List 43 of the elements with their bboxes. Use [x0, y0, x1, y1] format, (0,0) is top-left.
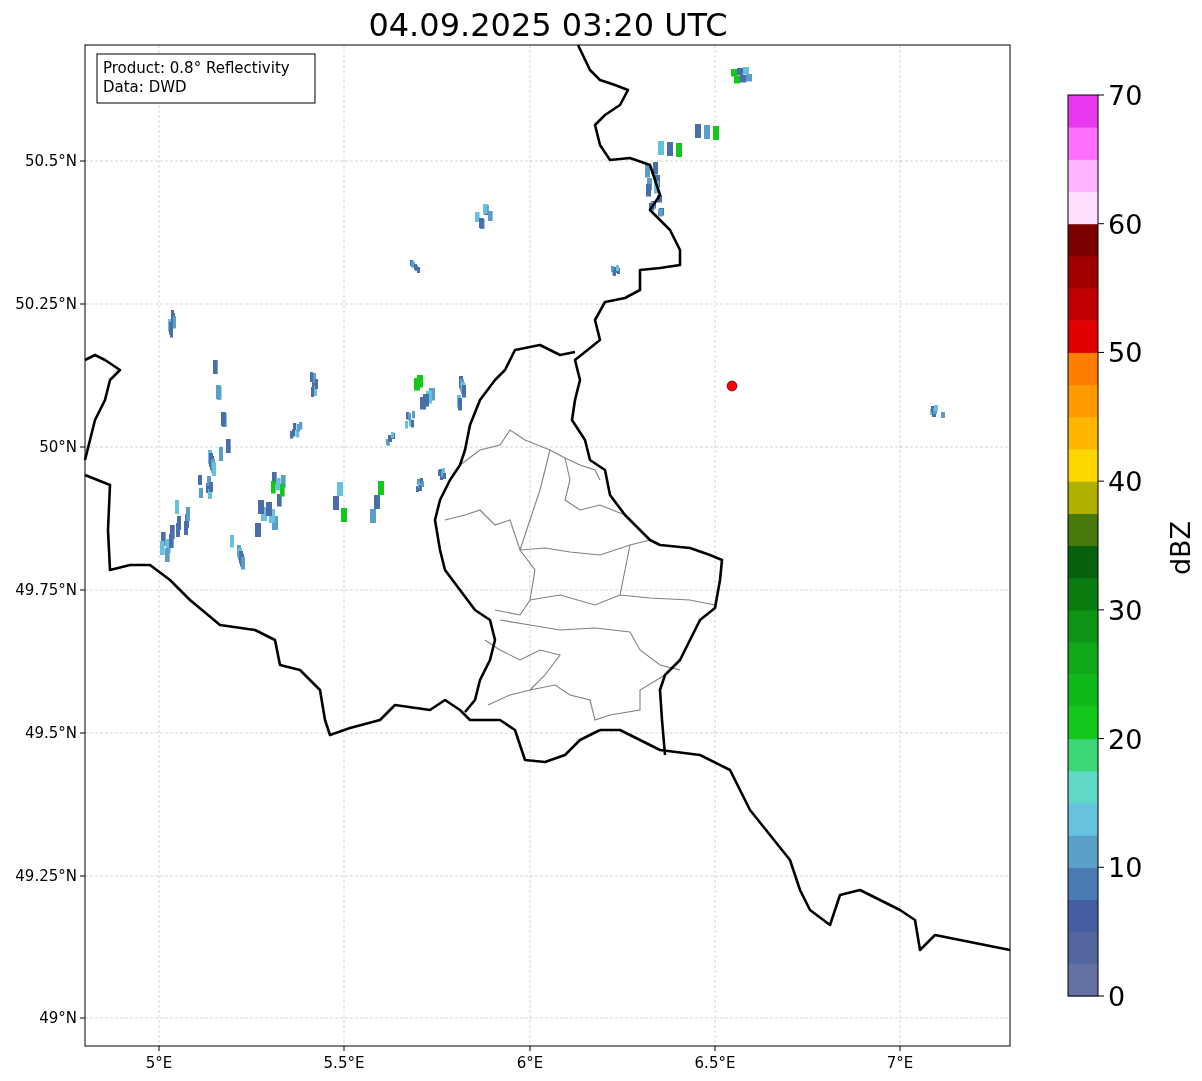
radar-echo-drawing [930, 405, 945, 418]
colorbar-tick-label: 30 [1108, 594, 1143, 626]
x-tick-label: 5°E [145, 1054, 173, 1072]
radar-echo-drawing [198, 475, 213, 499]
y-tick-label: 50°N [39, 438, 77, 456]
radar-echo-drawing [475, 204, 493, 229]
y-tick-label: 50.25°N [15, 295, 77, 313]
colorbar-tick-label: 60 [1108, 208, 1143, 240]
radar-echo-drawing [160, 525, 175, 562]
radar-echo-drawing [658, 124, 719, 157]
info-text: Data: DWD [103, 78, 187, 96]
radar-echo-drawing [386, 432, 395, 446]
y-tick-label: 49°N [39, 1009, 77, 1027]
info-text: Product: 0.8° Reflectivity [103, 59, 290, 77]
radar-echo-drawing [457, 376, 466, 411]
radar-echo-drawing [410, 260, 420, 273]
plot-title: 04.09.2025 03:20 UTC [368, 6, 728, 44]
colorbar-tick-label: 50 [1108, 337, 1143, 369]
location-marker-icon [726, 380, 738, 392]
x-tick-label: 7°E [886, 1054, 914, 1072]
radar-echo-drawing [175, 500, 190, 537]
colorbar-tick-label: 10 [1108, 852, 1143, 884]
radar-echo-drawing [290, 422, 303, 439]
y-tick-label: 50.5°N [24, 152, 77, 170]
x-tick-label: 6.5°E [694, 1054, 736, 1072]
radar-echo-drawing [230, 535, 245, 570]
y-tick-label: 49.5°N [24, 724, 77, 742]
radar-echo-drawing [333, 481, 384, 523]
x-tick-label: 5.5°E [323, 1054, 365, 1072]
y-tick-label: 49.25°N [15, 867, 77, 885]
colorbar-tick-label: 0 [1108, 981, 1126, 1012]
colorbar-label: dBZ [1165, 520, 1196, 576]
y-tick-label: 49.75°N [15, 581, 77, 599]
radar-echo-drawing [611, 265, 620, 276]
x-tick-label: 6°E [516, 1054, 544, 1072]
radar-echo-drawing [416, 478, 424, 492]
radar-echo-drawing [731, 67, 752, 84]
colorbar-tick-label: 70 [1108, 80, 1143, 111]
colorbar-tick-label: 40 [1108, 466, 1143, 498]
radar-echo-drawing [310, 372, 318, 397]
colorbar-tick-label: 20 [1108, 723, 1143, 755]
radar-echo-drawing [168, 310, 176, 338]
radar-echo-drawing [438, 468, 446, 480]
